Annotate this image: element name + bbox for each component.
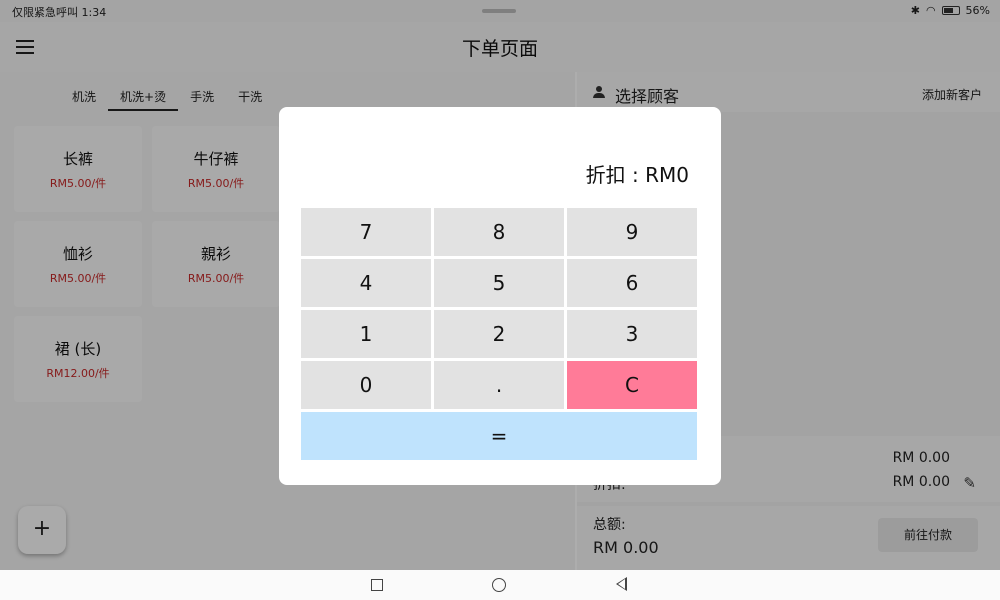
key-3[interactable]: 3 [567, 310, 697, 358]
key-clear[interactable]: C [567, 361, 697, 409]
key-2[interactable]: 2 [434, 310, 564, 358]
key-1[interactable]: 1 [301, 310, 431, 358]
key-0[interactable]: 0 [301, 361, 431, 409]
home-icon[interactable] [492, 578, 506, 592]
discount-dialog: 折扣 : RM0 7 8 9 4 5 6 1 2 3 0 . C = [279, 107, 721, 485]
key-8[interactable]: 8 [434, 208, 564, 256]
key-decimal[interactable]: . [434, 361, 564, 409]
recent-apps-icon[interactable] [371, 579, 383, 591]
back-icon[interactable] [616, 577, 627, 591]
key-6[interactable]: 6 [567, 259, 697, 307]
key-7[interactable]: 7 [301, 208, 431, 256]
key-equals[interactable]: = [301, 412, 697, 460]
system-nav-bar [0, 570, 1000, 600]
key-4[interactable]: 4 [301, 259, 431, 307]
key-5[interactable]: 5 [434, 259, 564, 307]
key-9[interactable]: 9 [567, 208, 697, 256]
discount-display: 折扣 : RM0 [585, 163, 689, 187]
